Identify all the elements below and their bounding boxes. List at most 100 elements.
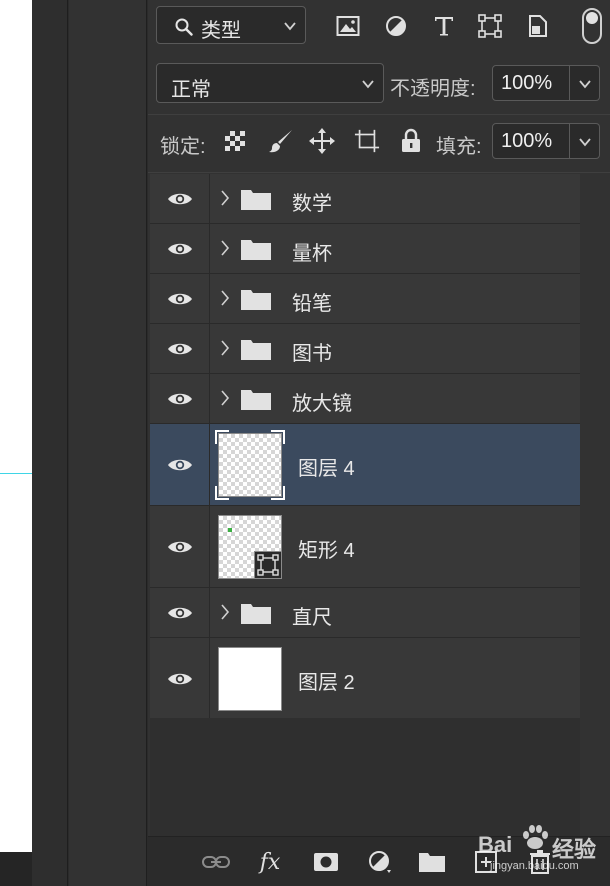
chevron-down-icon bbox=[579, 80, 591, 89]
type-filter-icon[interactable] bbox=[430, 12, 458, 40]
layer-row-group[interactable]: 铅笔 bbox=[150, 274, 580, 324]
layer-thumbnail[interactable] bbox=[218, 515, 282, 579]
chevron-right-icon[interactable] bbox=[220, 390, 230, 411]
adjustment-filter-icon[interactable] bbox=[382, 12, 410, 40]
eye-icon bbox=[167, 459, 192, 470]
baidu-jingyan-watermark: Bai 经验 jingyan.baidu.com bbox=[478, 818, 610, 878]
lock-label: 锁定: bbox=[160, 136, 206, 158]
eye-icon bbox=[167, 393, 192, 404]
brush-icon[interactable] bbox=[268, 128, 294, 154]
folder-icon bbox=[240, 601, 272, 630]
canvas-guide-line bbox=[0, 473, 32, 474]
shape-layer-badge-icon bbox=[254, 551, 282, 579]
adjustment-layer-icon[interactable] bbox=[366, 849, 394, 875]
visibility-toggle[interactable] bbox=[150, 274, 210, 323]
layer-row-group[interactable]: 量杯 bbox=[150, 224, 580, 274]
visibility-toggle[interactable] bbox=[150, 506, 210, 587]
move-icon[interactable] bbox=[309, 128, 335, 154]
opacity-input[interactable]: 100% bbox=[492, 65, 570, 101]
layer-name: 直尺 bbox=[292, 607, 332, 629]
lock-transparent-pixels-icon[interactable] bbox=[222, 128, 248, 154]
layer-thumbnail[interactable] bbox=[215, 430, 285, 500]
eye-icon bbox=[167, 607, 192, 618]
layer-row-group[interactable]: 直尺 bbox=[150, 588, 580, 638]
document-canvas[interactable] bbox=[0, 0, 32, 852]
visibility-toggle[interactable] bbox=[150, 174, 210, 223]
layer-name: 矩形 4 bbox=[298, 540, 355, 562]
eye-icon bbox=[167, 541, 192, 552]
layer-name: 铅笔 bbox=[292, 293, 332, 315]
eye-icon bbox=[167, 343, 192, 354]
link-icon[interactable] bbox=[202, 849, 230, 875]
lock-row: 锁定: 填充: 100% bbox=[148, 118, 610, 164]
chevron-down-icon bbox=[283, 19, 297, 38]
chevron-down-icon bbox=[361, 77, 375, 96]
blend-mode-select[interactable]: 正常 bbox=[156, 63, 384, 103]
layer-name: 量杯 bbox=[292, 243, 332, 265]
paw-logo-icon bbox=[520, 822, 550, 857]
watermark-brand: Bai bbox=[478, 832, 513, 857]
folder-icon bbox=[240, 187, 272, 216]
filter-kind-label: 类型 bbox=[201, 20, 241, 42]
layer-name: 放大镜 bbox=[292, 393, 352, 415]
folder-icon bbox=[240, 237, 272, 266]
fill-dropdown-button[interactable] bbox=[570, 123, 600, 159]
blend-row: 正常 不透明度: 100% bbox=[148, 60, 610, 106]
search-icon bbox=[175, 18, 193, 41]
chevron-right-icon[interactable] bbox=[220, 340, 230, 361]
panel-dock-gutter bbox=[69, 0, 147, 886]
layer-row-group[interactable]: 图书 bbox=[150, 324, 580, 374]
layers-panel: 类型 正常 不透明度: 100% 锁定: 填充: 100% 数学 量杯 铅笔 图… bbox=[148, 0, 610, 886]
fx-button[interactable]: fx bbox=[256, 849, 284, 875]
folder-icon bbox=[240, 337, 272, 366]
visibility-toggle[interactable] bbox=[150, 588, 210, 637]
artboard-lock-icon[interactable] bbox=[354, 128, 380, 154]
opacity-label: 不透明度: bbox=[390, 78, 476, 100]
layer-row-shape[interactable]: 矩形 4 bbox=[150, 506, 580, 588]
watermark-url: jingyan.baidu.com bbox=[490, 860, 579, 872]
canvas-bottom-bar bbox=[0, 852, 32, 886]
opacity-dropdown-button[interactable] bbox=[570, 65, 600, 101]
divider bbox=[148, 172, 610, 173]
divider bbox=[148, 114, 610, 115]
visibility-toggle[interactable] bbox=[150, 424, 210, 505]
eye-icon bbox=[167, 673, 192, 684]
filter-toggle-switch[interactable] bbox=[582, 8, 602, 44]
eye-icon bbox=[167, 293, 192, 304]
layer-row-group[interactable]: 放大镜 bbox=[150, 374, 580, 424]
layer-filter-row: 类型 bbox=[148, 0, 610, 52]
layer-name: 图书 bbox=[292, 343, 332, 365]
shape-filter-icon[interactable] bbox=[476, 12, 504, 40]
layer-name: 图层 4 bbox=[298, 458, 355, 480]
layer-mask-icon[interactable] bbox=[312, 849, 340, 875]
layer-thumbnail[interactable] bbox=[218, 647, 282, 711]
chevron-right-icon[interactable] bbox=[220, 604, 230, 625]
chevron-down-icon bbox=[579, 138, 591, 147]
chevron-right-icon[interactable] bbox=[220, 190, 230, 211]
new-group-folder-icon[interactable] bbox=[418, 849, 446, 875]
fill-input[interactable]: 100% bbox=[492, 123, 570, 159]
filter-kind-select[interactable]: 类型 bbox=[156, 6, 306, 44]
layer-row-pixel[interactable]: 图层 2 bbox=[150, 638, 580, 720]
image-filter-icon[interactable] bbox=[334, 12, 362, 40]
chevron-right-icon[interactable] bbox=[220, 290, 230, 311]
layer-row-selected[interactable]: 图层 4 bbox=[150, 424, 580, 506]
layer-name: 数学 bbox=[292, 193, 332, 215]
folder-icon bbox=[240, 287, 272, 316]
eye-icon bbox=[167, 193, 192, 204]
fill-label: 填充: bbox=[436, 136, 482, 158]
lock-icon[interactable] bbox=[398, 128, 424, 154]
layer-list: 数学 量杯 铅笔 图书 放大镜 图层 4 矩形 4 直尺 图层 2 bbox=[150, 174, 580, 720]
eye-icon bbox=[167, 243, 192, 254]
layer-name: 图层 2 bbox=[298, 672, 355, 694]
layer-row-group[interactable]: 数学 bbox=[150, 174, 580, 224]
visibility-toggle[interactable] bbox=[150, 374, 210, 423]
blend-mode-label: 正常 bbox=[171, 79, 211, 101]
chevron-right-icon[interactable] bbox=[220, 240, 230, 261]
folder-icon bbox=[240, 387, 272, 416]
smart-object-filter-icon[interactable] bbox=[524, 12, 552, 40]
visibility-toggle[interactable] bbox=[150, 324, 210, 373]
visibility-toggle[interactable] bbox=[150, 224, 210, 273]
canvas-scrollbar[interactable] bbox=[32, 0, 68, 886]
visibility-toggle[interactable] bbox=[150, 638, 210, 719]
